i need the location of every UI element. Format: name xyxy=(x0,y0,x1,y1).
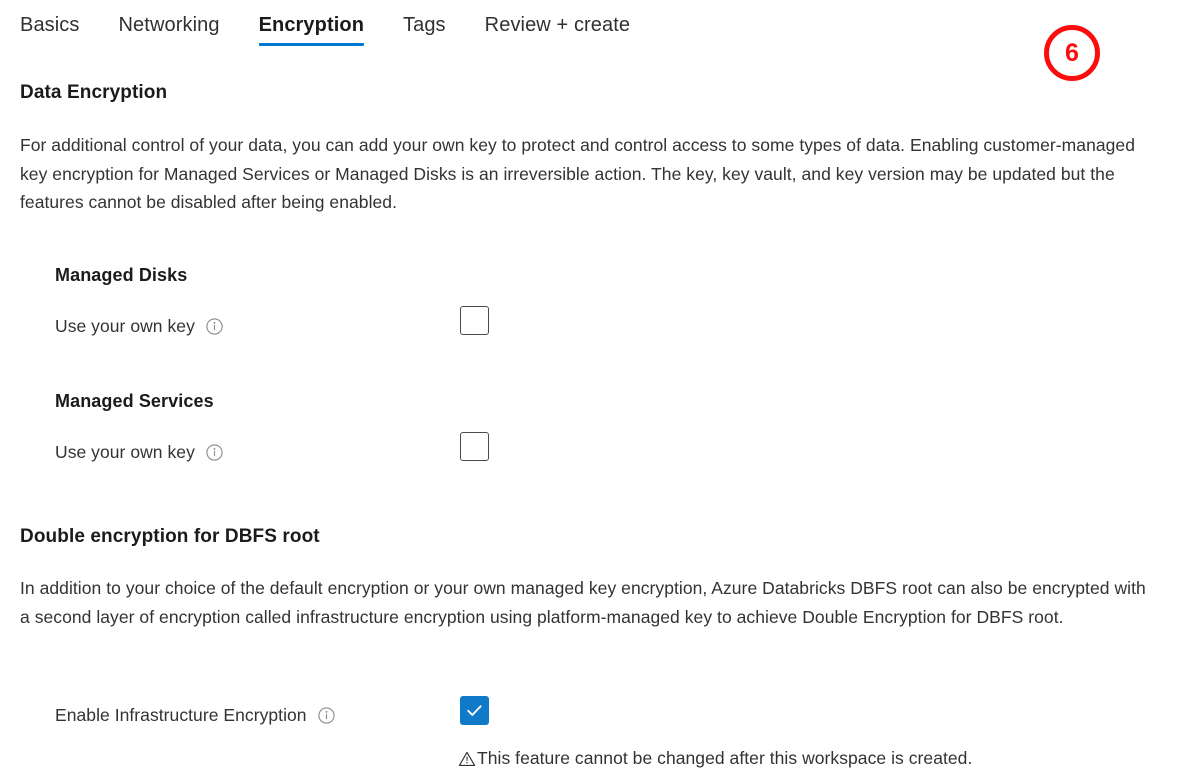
double-encryption-description: In addition to your choice of the defaul… xyxy=(20,574,1150,631)
checkmark-icon xyxy=(465,701,484,720)
double-encryption-heading: Double encryption for DBFS root xyxy=(20,526,320,548)
infrastructure-encryption-checkbox[interactable] xyxy=(460,696,489,725)
managed-services-group-label: Managed Services xyxy=(55,391,214,412)
infrastructure-encryption-label: Enable Infrastructure Encryption xyxy=(55,705,307,726)
info-icon[interactable] xyxy=(206,444,223,461)
managed-services-use-own-key-checkbox[interactable] xyxy=(460,432,489,461)
tab-networking[interactable]: Networking xyxy=(119,12,220,49)
warning-triangle-icon xyxy=(458,750,476,768)
managed-services-use-own-key-row: Use your own key xyxy=(55,437,223,467)
tab-tags[interactable]: Tags xyxy=(403,12,446,49)
tab-encryption[interactable]: Encryption xyxy=(259,12,364,49)
managed-services-field-label: Use your own key xyxy=(55,442,195,463)
step-number-badge: 6 xyxy=(1044,25,1100,81)
managed-disks-group-label: Managed Disks xyxy=(55,265,187,286)
managed-disks-use-own-key-checkbox[interactable] xyxy=(460,306,489,335)
info-icon[interactable] xyxy=(206,318,223,335)
info-icon[interactable] xyxy=(318,707,335,724)
tab-basics[interactable]: Basics xyxy=(20,12,80,49)
managed-disks-field-label: Use your own key xyxy=(55,316,195,337)
data-encryption-heading: Data Encryption xyxy=(20,82,167,104)
data-encryption-description: For additional control of your data, you… xyxy=(20,131,1155,217)
warning-text: This feature cannot be changed after thi… xyxy=(477,748,972,769)
infrastructure-encryption-warning: This feature cannot be changed after thi… xyxy=(458,748,972,769)
infrastructure-encryption-row: Enable Infrastructure Encryption xyxy=(55,700,335,730)
tab-review-create[interactable]: Review + create xyxy=(485,12,630,49)
wizard-tab-strip: Basics Networking Encryption Tags Review… xyxy=(20,12,630,49)
managed-disks-use-own-key-row: Use your own key xyxy=(55,311,223,341)
